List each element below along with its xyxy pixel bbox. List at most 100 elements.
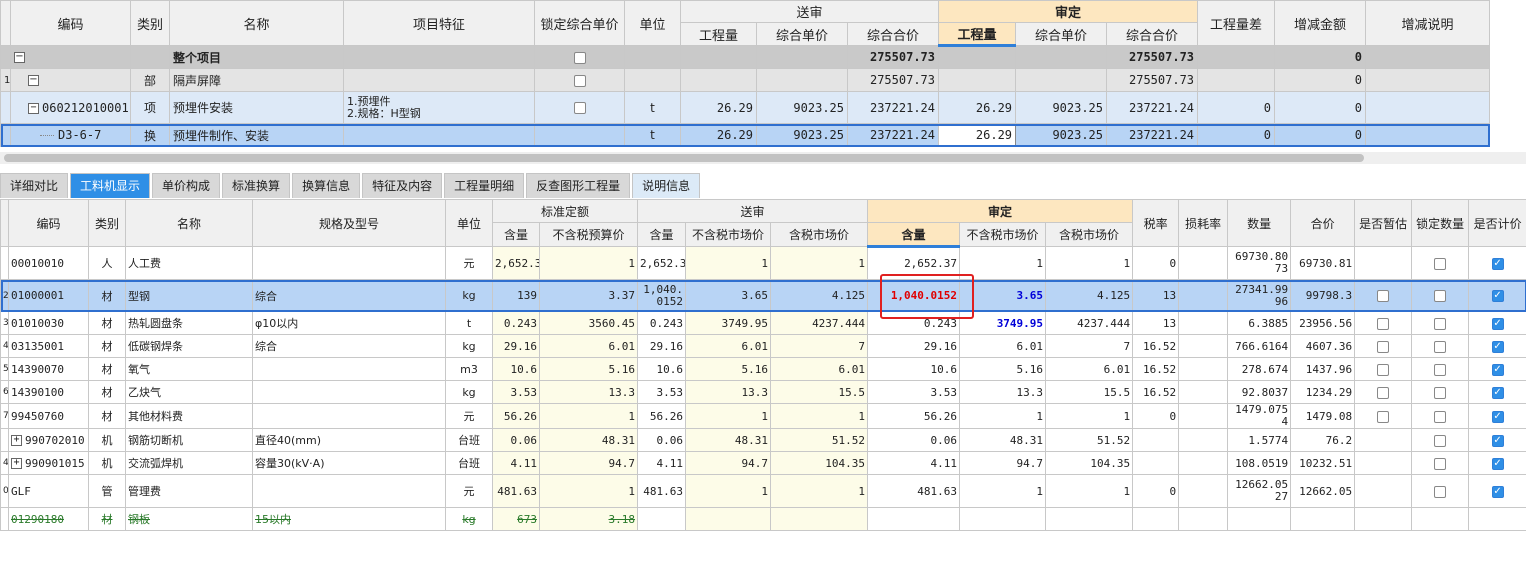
col-sent-qty[interactable]: 含量 <box>637 222 687 247</box>
lock-qty-checkbox[interactable] <box>1434 485 1447 498</box>
col-approved-notax[interactable]: 不含税市场价 <box>959 222 1047 247</box>
table-row[interactable]: 00010010人人工费元2,652.3712,652.37112,652.37… <box>0 246 1526 280</box>
approved-qty[interactable]: 0.06 <box>867 428 961 452</box>
is-priced-checkbox[interactable]: ✓ <box>1491 363 1504 376</box>
approved-qty[interactable]: 0.243 <box>867 311 961 335</box>
approved-qty[interactable] <box>867 507 961 531</box>
col-change-desc[interactable]: 增减说明 <box>1365 0 1491 46</box>
approved-qty[interactable]: 10.6 <box>867 357 961 381</box>
col-approved-price[interactable]: 综合单价 <box>1015 22 1108 46</box>
temp-estimate-checkbox[interactable] <box>1377 340 1390 353</box>
tab-features[interactable]: 特征及内容 <box>362 173 443 198</box>
is-priced-checkbox[interactable]: ✓ <box>1491 386 1504 399</box>
tab-conversion-info[interactable]: 换算信息 <box>292 173 361 198</box>
approved-qty[interactable]: 3.53 <box>867 380 961 404</box>
table-row[interactable]: 4 +990901015 机交流弧焊机 容量30(kV·A) 台班 4.11 94.7 4.1… <box>0 451 1526 475</box>
approved-notax-price[interactable]: 13.3 <box>959 380 1047 404</box>
lock-checkbox[interactable] <box>573 74 586 87</box>
table-row-selected[interactable]: D3-6-7 换 预埋件制作、安装 t 26.29 9023.25 237221… <box>0 123 1491 147</box>
col-std-notax[interactable]: 不含税预算价 <box>538 222 639 247</box>
col-type[interactable]: 类别 <box>130 0 170 46</box>
col-sent-tax[interactable]: 含税市场价 <box>770 222 869 247</box>
col-unit[interactable]: 单位 <box>624 0 681 46</box>
col-amount[interactable]: 数量 <box>1227 199 1292 247</box>
col-approved-qty[interactable]: 工程量 <box>938 22 1017 47</box>
approved-notax-price[interactable]: 48.31 <box>959 428 1047 452</box>
table-row[interactable]: 7 99450760 材其他材料费元 56.26 1 56.26 1 1 56.26 1 1 0 147… <box>0 403 1526 429</box>
col-sent-price[interactable]: 综合单价 <box>756 22 848 46</box>
col-change-amount[interactable]: 增减金额 <box>1274 0 1367 46</box>
lock-qty-checkbox[interactable] <box>1434 457 1447 470</box>
approved-notax-price[interactable]: 94.7 <box>959 451 1047 475</box>
col-approved-qty[interactable]: 含量 <box>867 222 961 248</box>
approved-notax-price[interactable]: 3749.95 <box>959 311 1047 335</box>
approved-qty-editor[interactable]: 26.29 <box>938 123 1017 147</box>
col-feature[interactable]: 项目特征 <box>343 0 535 46</box>
is-priced-checkbox[interactable]: ✓ <box>1491 290 1504 302</box>
table-row[interactable]: 01290180 材钢板 15以内 kg 673 3.18 <box>0 507 1526 531</box>
col-approved-total[interactable]: 综合合价 <box>1106 22 1199 46</box>
tab-graphic-qty[interactable]: 反查图形工程量 <box>526 173 631 198</box>
collapse-icon[interactable]: − <box>14 52 25 63</box>
horizontal-scrollbar[interactable] <box>0 152 1526 164</box>
table-row[interactable]: 3 01010030 材热轧圆盘条 φ10以内 t 0.243 3560.45 0.243 37… <box>0 311 1526 335</box>
col-approved-tax[interactable]: 含税市场价 <box>1045 222 1134 247</box>
approved-qty[interactable]: 4.11 <box>867 451 961 475</box>
is-priced-checkbox[interactable]: ✓ <box>1491 457 1504 470</box>
tab-detail-compare[interactable]: 详细对比 <box>0 173 69 198</box>
lock-qty-checkbox[interactable] <box>1434 340 1447 353</box>
is-priced-checkbox[interactable]: ✓ <box>1491 257 1504 270</box>
table-row[interactable]: 4 03135001 材低碳钢焊条 综合 kg 29.16 6.01 29.16 6.01 7 29… <box>0 334 1526 358</box>
temp-estimate-checkbox[interactable] <box>1377 317 1390 330</box>
table-row[interactable]: 5 14390070 材氧气 m3 10.6 5.16 10.6 5.16 6.01 10.6 5.… <box>0 357 1526 381</box>
tab-material-display[interactable]: 工料机显示 <box>70 173 151 198</box>
approved-notax-price[interactable]: 6.01 <box>959 334 1047 358</box>
is-priced-checkbox[interactable]: ✓ <box>1491 485 1504 498</box>
is-priced-checkbox[interactable]: ✓ <box>1491 317 1504 330</box>
col-sent-total[interactable]: 综合合价 <box>846 22 940 46</box>
col-unit[interactable]: 单位 <box>445 199 493 247</box>
col-name[interactable]: 名称 <box>125 199 253 247</box>
collapse-icon[interactable]: − <box>28 75 39 86</box>
approved-notax-price[interactable]: 3.65 <box>959 279 1047 312</box>
temp-estimate-checkbox[interactable] <box>1377 386 1390 399</box>
col-code[interactable]: 编码 <box>8 199 89 247</box>
temp-estimate-checkbox[interactable] <box>1377 410 1390 423</box>
lock-checkbox[interactable] <box>573 102 586 114</box>
scrollbar-thumb[interactable] <box>4 154 1364 162</box>
is-priced-checkbox[interactable]: ✓ <box>1491 340 1504 353</box>
lock-qty-checkbox[interactable] <box>1434 257 1447 270</box>
col-qty-diff[interactable]: 工程量差 <box>1197 0 1276 46</box>
table-row[interactable]: 0 GLF 管管理费元 481.63 1 481.63 1 1 481.63 1 1 0 12662.0… <box>0 474 1526 508</box>
tab-qty-detail[interactable]: 工程量明细 <box>444 173 525 198</box>
lock-qty-checkbox[interactable] <box>1434 386 1447 399</box>
lock-qty-checkbox[interactable] <box>1434 363 1447 376</box>
table-row[interactable]: +990702010 机钢筋切断机 直径40(mm) 台班 0.06 48.31 0.06 4… <box>0 428 1526 452</box>
col-tax-rate[interactable]: 税率 <box>1132 199 1180 247</box>
approved-notax-price[interactable]: 1 <box>959 474 1047 508</box>
expand-icon[interactable]: + <box>11 458 22 469</box>
col-sent-notax[interactable]: 不含税市场价 <box>685 222 772 247</box>
is-priced-checkbox[interactable]: ✓ <box>1491 434 1504 447</box>
col-lock-qty[interactable]: 锁定数量 <box>1411 199 1470 247</box>
col-name[interactable]: 名称 <box>169 0 344 46</box>
approved-notax-price[interactable] <box>959 507 1047 531</box>
temp-estimate-checkbox[interactable] <box>1377 290 1390 302</box>
col-is-priced[interactable]: 是否计价 <box>1468 199 1526 247</box>
tab-description[interactable]: 说明信息 <box>632 173 701 198</box>
col-loss-rate[interactable]: 损耗率 <box>1178 199 1229 247</box>
col-code[interactable]: 编码 <box>10 0 131 46</box>
tab-standard-conversion[interactable]: 标准换算 <box>222 173 291 198</box>
col-type[interactable]: 类别 <box>88 199 126 247</box>
tab-unit-price[interactable]: 单价构成 <box>152 173 221 198</box>
col-spec[interactable]: 规格及型号 <box>252 199 446 247</box>
lock-qty-checkbox[interactable] <box>1434 290 1447 302</box>
expand-icon[interactable]: + <box>11 435 22 446</box>
approved-qty[interactable]: 1,040.0152 <box>867 279 961 312</box>
approved-notax-price[interactable]: 1 <box>959 246 1047 280</box>
table-row[interactable]: 6 14390100 材乙炔气 kg 3.53 13.3 3.53 13.3 15.5 3.53 1… <box>0 380 1526 404</box>
col-lock-price[interactable]: 锁定综合单价 <box>534 0 625 46</box>
lock-qty-checkbox[interactable] <box>1434 434 1447 447</box>
temp-estimate-checkbox[interactable] <box>1377 363 1390 376</box>
col-temp-estimate[interactable]: 是否暂估 <box>1354 199 1413 247</box>
